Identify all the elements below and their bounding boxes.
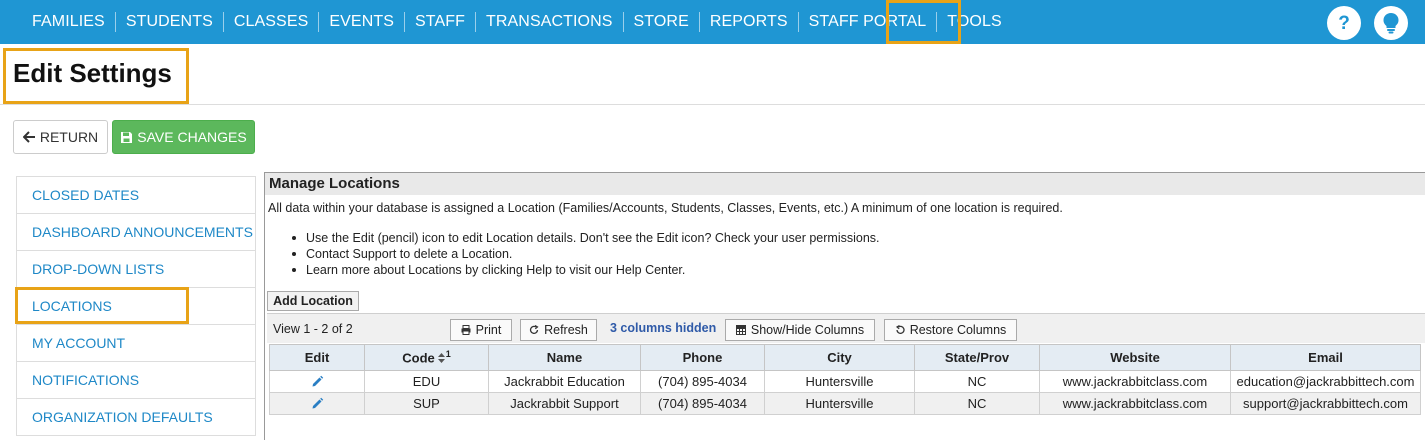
print-label: Print <box>475 323 502 337</box>
lightbulb-icon[interactable] <box>1374 6 1408 40</box>
nav-store[interactable]: STORE <box>622 12 699 32</box>
side-item-organization-defaults[interactable]: ORGANIZATION DEFAULTS <box>17 399 255 436</box>
nav-staff-portal[interactable]: STAFF PORTAL <box>797 12 937 32</box>
instruction-item: Use the Edit (pencil) icon to edit Locat… <box>288 230 880 246</box>
website-cell: www.jackrabbitclass.com <box>1039 392 1231 415</box>
side-item-drop-down-lists[interactable]: DROP-DOWN LISTS <box>17 251 255 288</box>
side-item-locations[interactable]: LOCATIONS <box>17 288 255 325</box>
nav-events[interactable]: EVENTS <box>318 12 404 32</box>
email-cell: education@jackrabbittech.com <box>1230 370 1421 393</box>
save-changes-button[interactable]: SAVE CHANGES <box>112 120 255 154</box>
email-cell: support@jackrabbittech.com <box>1230 392 1421 415</box>
instructions-list: Use the Edit (pencil) icon to edit Locat… <box>288 230 880 278</box>
column-header-code[interactable]: Code 1 <box>364 344 489 371</box>
panel-title: Manage Locations <box>265 173 1425 195</box>
name-cell: Jackrabbit Support <box>488 392 641 415</box>
nav-transactions[interactable]: TRANSACTIONS <box>474 12 623 32</box>
table-header-row: Edit Code 1 Name Phone City State/Prov We… <box>269 344 1421 371</box>
show-hide-columns-label: Show/Hide Columns <box>750 323 865 337</box>
column-header-name[interactable]: Name <box>488 344 641 371</box>
side-item-notifications[interactable]: NOTIFICATIONS <box>17 362 255 399</box>
side-item-closed-dates[interactable]: CLOSED DATES <box>17 177 255 214</box>
column-header-email[interactable]: Email <box>1230 344 1421 371</box>
edit-cell <box>269 370 365 393</box>
restore-columns-button[interactable]: Restore Columns <box>884 319 1017 341</box>
grid-toolbar: View 1 - 2 of 2 Print Refresh 3 columns … <box>267 313 1425 343</box>
print-button[interactable]: Print <box>450 319 512 341</box>
floppy-disk-icon <box>121 131 133 143</box>
column-header-code-label: Code <box>402 350 435 366</box>
edit-cell <box>269 392 365 415</box>
code-cell: SUP <box>364 392 489 415</box>
table-row: EDU Jackrabbit Education (704) 895-4034 … <box>269 370 1421 393</box>
code-cell: EDU <box>364 370 489 393</box>
nav-classes[interactable]: CLASSES <box>222 12 319 32</box>
refresh-button[interactable]: Refresh <box>520 319 597 341</box>
settings-side-menu: CLOSED DATES DASHBOARD ANNOUNCEMENTS DRO… <box>16 176 256 436</box>
table-icon <box>735 325 746 335</box>
hidden-columns-indicator[interactable]: 3 columns hidden <box>610 321 716 335</box>
arrow-left-icon <box>22 131 35 143</box>
city-cell: Huntersville <box>764 392 915 415</box>
nav-tools[interactable]: TOOLS <box>936 12 1011 32</box>
column-header-phone[interactable]: Phone <box>640 344 765 371</box>
city-cell: Huntersville <box>764 370 915 393</box>
panel-description: All data within your database is assigne… <box>268 201 1063 215</box>
nav-families[interactable]: FAMILIES <box>22 12 115 32</box>
phone-cell: (704) 895-4034 <box>640 370 765 393</box>
refresh-icon <box>529 325 539 334</box>
state-cell: NC <box>914 392 1040 415</box>
column-header-city[interactable]: City <box>764 344 915 371</box>
name-cell: Jackrabbit Education <box>488 370 641 393</box>
return-button-label: RETURN <box>39 129 99 145</box>
sort-icon <box>437 351 445 366</box>
nav-reports[interactable]: REPORTS <box>698 12 798 32</box>
website-cell: www.jackrabbitclass.com <box>1039 370 1231 393</box>
question-icon[interactable]: ? <box>1327 6 1361 40</box>
pencil-icon[interactable] <box>310 375 324 390</box>
table-row: SUP Jackrabbit Support (704) 895-4034 Hu… <box>269 392 1421 415</box>
column-header-state[interactable]: State/Prov <box>914 344 1040 371</box>
phone-cell: (704) 895-4034 <box>640 392 765 415</box>
pencil-icon[interactable] <box>310 397 324 412</box>
undo-icon <box>895 325 905 334</box>
main-nav-menu: FAMILIES STUDENTS CLASSES EVENTS STAFF T… <box>22 0 1012 44</box>
show-hide-columns-button[interactable]: Show/Hide Columns <box>725 319 875 341</box>
column-header-edit: Edit <box>269 344 365 371</box>
side-item-my-account[interactable]: MY ACCOUNT <box>17 325 255 362</box>
svg-text:?: ? <box>1338 13 1350 33</box>
nav-staff[interactable]: STAFF <box>404 12 475 32</box>
restore-columns-label: Restore Columns <box>909 323 1007 337</box>
instruction-item: Contact Support to delete a Location. <box>288 246 880 262</box>
column-header-website[interactable]: Website <box>1039 344 1231 371</box>
save-changes-label: SAVE CHANGES <box>137 129 247 145</box>
state-cell: NC <box>914 370 1040 393</box>
page-title: Edit Settings <box>13 58 172 88</box>
sort-index: 1 <box>445 348 451 359</box>
nav-students[interactable]: STUDENTS <box>114 12 223 32</box>
return-button[interactable]: RETURN <box>13 120 108 154</box>
add-location-button[interactable]: Add Location <box>267 291 359 311</box>
top-navigation-bar: FAMILIES STUDENTS CLASSES EVENTS STAFF T… <box>0 0 1425 44</box>
manage-locations-panel: Manage Locations All data within your da… <box>264 172 1425 440</box>
record-count: View 1 - 2 of 2 <box>273 322 353 336</box>
printer-icon <box>461 325 471 335</box>
locations-table: Edit Code 1 Name Phone City State/Prov We… <box>269 344 1421 415</box>
instruction-item: Learn more about Locations by clicking H… <box>288 262 880 278</box>
refresh-label: Refresh <box>544 323 588 337</box>
header-divider <box>0 104 1425 105</box>
side-item-dashboard-announcements[interactable]: DASHBOARD ANNOUNCEMENTS <box>17 214 255 251</box>
